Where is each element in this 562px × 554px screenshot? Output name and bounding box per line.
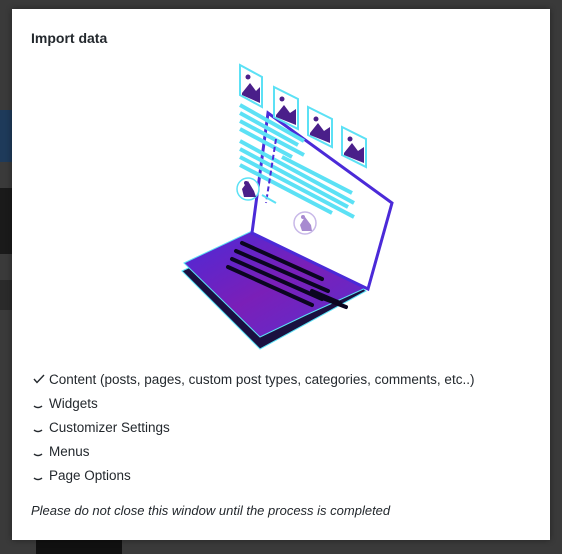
step-menus: Menus [31, 439, 474, 463]
checkmark-icon [33, 374, 45, 384]
backdrop-panel [36, 540, 122, 554]
step-label: Page Options [49, 467, 131, 483]
step-label: Widgets [49, 395, 98, 411]
step-label: Menus [49, 443, 90, 459]
backdrop-panel [0, 188, 12, 254]
step-content: Content (posts, pages, custom post types… [31, 367, 474, 391]
spinner-icon [33, 405, 43, 409]
step-page-options: Page Options [31, 463, 474, 487]
step-label: Customizer Settings [49, 419, 170, 435]
do-not-close-notice: Please do not close this window until th… [31, 503, 391, 518]
step-label: Content (posts, pages, custom post types… [49, 371, 475, 387]
spinner-icon [33, 453, 43, 457]
import-data-modal: Import data Content (posts, pages, custo… [12, 9, 550, 540]
backdrop-panel [0, 280, 12, 310]
step-customizer-settings: Customizer Settings [31, 415, 474, 439]
import-steps-list: Content (posts, pages, custom post types… [31, 367, 474, 487]
step-widgets: Widgets [31, 391, 474, 415]
backdrop-panel [0, 110, 12, 162]
spinner-icon [33, 477, 43, 481]
modal-title: Import data [31, 30, 108, 46]
import-illustration [181, 63, 394, 350]
spinner-icon [33, 429, 43, 433]
